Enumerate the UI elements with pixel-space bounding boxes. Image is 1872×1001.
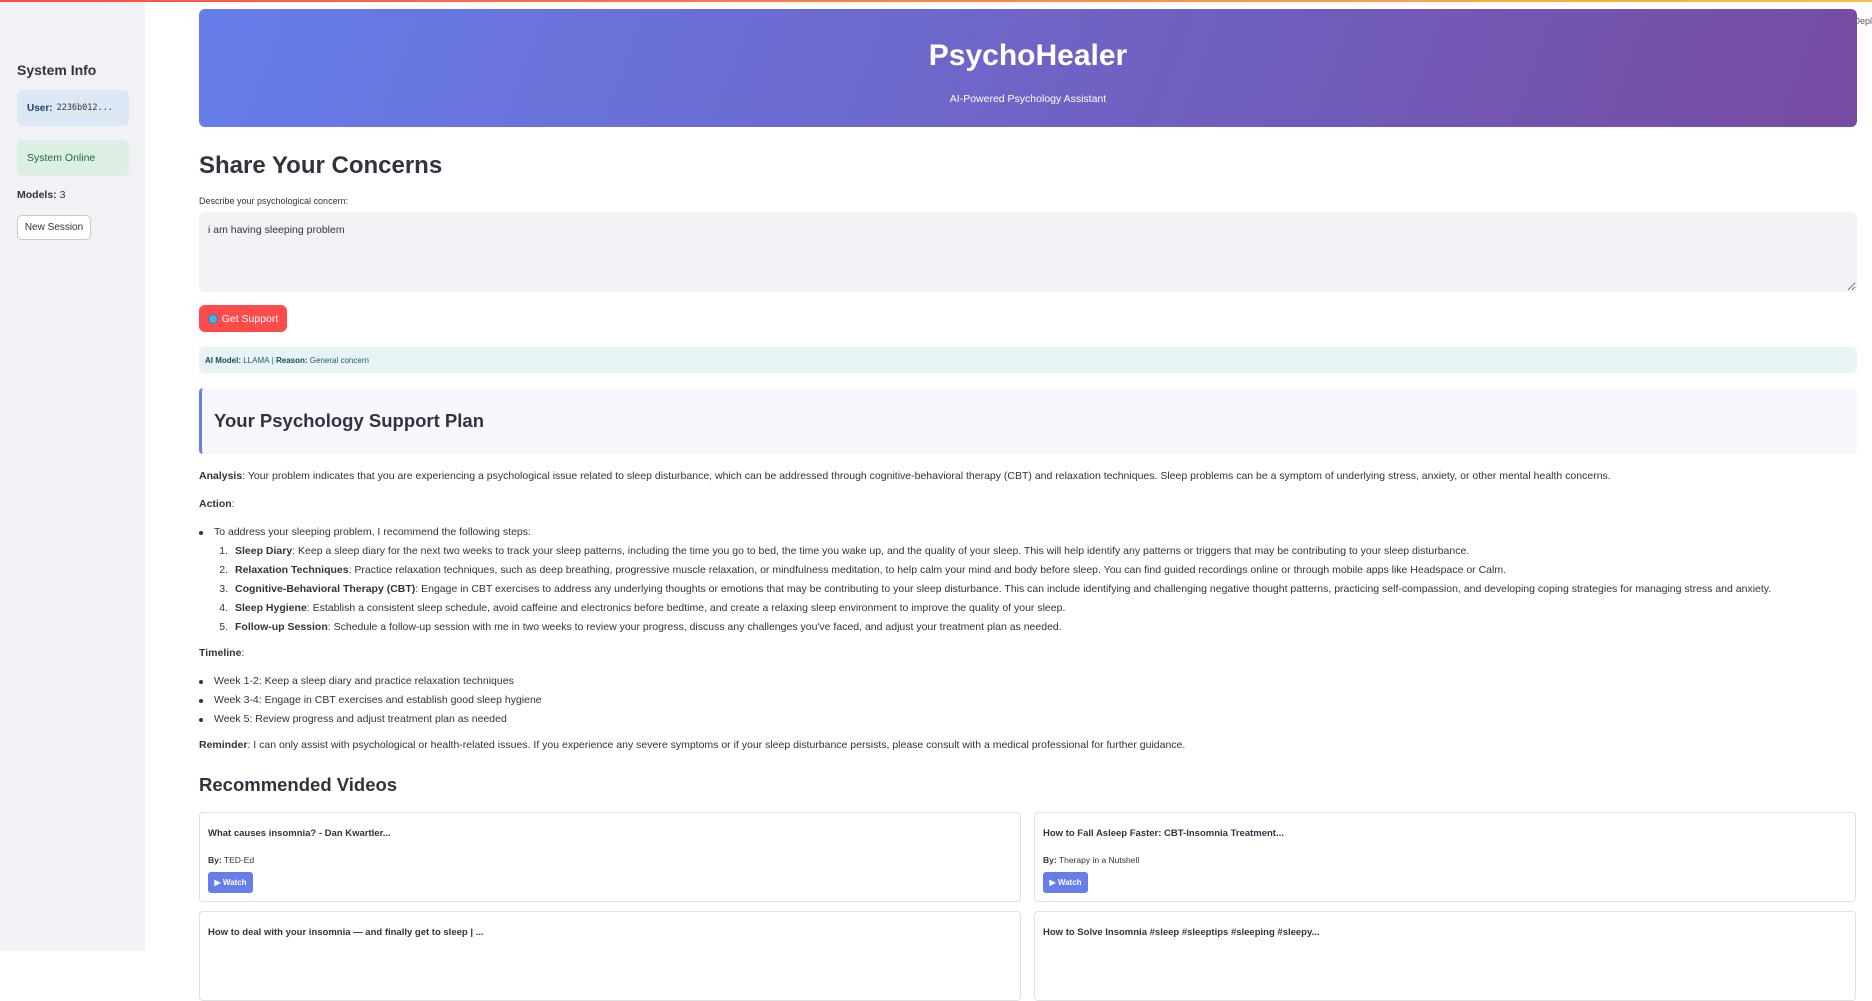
step-text: : Establish a consistent sleep schedule,… [306, 602, 1066, 614]
app-subtitle: AI-Powered Psychology Assistant [949, 93, 1107, 105]
video-card: How to Solve Insomnia #sleep #sleeptips … [1034, 911, 1856, 1001]
models-label: Models: [17, 189, 57, 201]
list-item: Week 5: Review progress and adjust treat… [199, 713, 507, 725]
step-text: : Schedule a follow-up session with me i… [327, 621, 1062, 633]
user-label: User: [27, 102, 53, 114]
system-status-badge: System Online [17, 140, 129, 176]
models-value: 3 [59, 189, 66, 201]
video-card: How to Fall Asleep Faster: CBT-Insomnia … [1034, 812, 1856, 902]
video-card: How to deal with your insomnia — and fin… [199, 911, 1021, 1001]
author-name: Therapy in a Nutshell [1058, 855, 1140, 865]
video-card: What causes insomnia? - Dan Kwartler... … [199, 812, 1021, 902]
action-heading: Action: [199, 498, 235, 510]
step-item: 4. Sleep Hygiene: Establish a consistent … [216, 602, 1065, 614]
app-title: PsychoHealer [928, 39, 1128, 72]
models-count: Models: 3 [17, 189, 65, 201]
list-item: Week 3-4: Engage in CBT exercises and es… [199, 694, 542, 706]
action-label: Action [199, 498, 232, 510]
by-label: By: [1043, 855, 1057, 865]
analysis-text: : Your problem indicates that you are ex… [242, 470, 1611, 482]
reason-value: General concern [309, 355, 369, 365]
author-name: TED-Ed [223, 855, 255, 865]
step-label: Follow-up Session [235, 621, 328, 633]
model-info-bar: AI Model: LLAMA | Reason: General concer… [199, 347, 1857, 373]
step-item: 2. Relaxation Techniques: Practice relaxa… [216, 564, 1506, 576]
globe-icon [207, 313, 218, 324]
app-header: PsychoHealer AI-Powered Psychology Assis… [199, 9, 1857, 127]
watch-button[interactable]: ▶ Watch [1043, 872, 1088, 893]
ai-model-value: LLAMA [243, 355, 270, 365]
videos-heading: Recommended Videos [199, 774, 398, 795]
timeline-item: Week 1-2: Keep a sleep diary and practic… [214, 675, 514, 687]
timeline-item: Week 5: Review progress and adjust treat… [214, 713, 507, 725]
step-item: 5. Follow-up Session: Schedule a follow-u… [216, 621, 1062, 633]
step-number: 3. [219, 583, 228, 595]
step-text: : Practice relaxation techniques, such a… [348, 564, 1507, 576]
analysis-label: Analysis [199, 470, 243, 482]
video-title: How to deal with your insomnia — and fin… [208, 927, 484, 938]
sidebar-title: System Info [17, 62, 97, 78]
user-id: 2236b012... [56, 103, 113, 113]
timeline-label: Timeline [199, 647, 242, 659]
reminder-label: Reminder [199, 739, 248, 751]
step-label: Sleep Hygiene [235, 602, 307, 614]
analysis-paragraph: Analysis: Your problem indicates that yo… [199, 470, 1611, 482]
reason-label: Reason: [276, 355, 308, 365]
video-author: By: TED-Ed [208, 855, 254, 865]
concern-label: Describe your psychological concern: [199, 196, 349, 206]
step-number: 2. [219, 564, 228, 576]
ai-model-label: AI Model: [205, 355, 241, 365]
timeline-item: Week 3-4: Engage in CBT exercises and es… [214, 694, 542, 706]
get-support-label: Get Support [221, 312, 279, 325]
concerns-heading: Share Your Concerns [199, 152, 443, 179]
reminder-text: : I can only assist with psychological o… [247, 739, 1186, 751]
main-content: PsychoHealer AI-Powered Psychology Assis… [199, 0, 1857, 1001]
list-item: To address your sleeping problem, I reco… [199, 526, 531, 538]
watch-button[interactable]: ▶ Watch [208, 872, 253, 893]
video-title: What causes insomnia? - Dan Kwartler... [208, 828, 391, 839]
step-text: : Engage in CBT exercises to address any… [415, 583, 1772, 595]
step-number: 4. [219, 602, 228, 614]
plan-header: Your Psychology Support Plan [199, 388, 1857, 454]
step-label: Cognitive-Behavioral Therapy (CBT) [235, 583, 416, 595]
plan-title: Your Psychology Support Plan [214, 410, 484, 431]
action-intro: To address your sleeping problem, I reco… [214, 526, 531, 538]
by-label: By: [208, 855, 222, 865]
step-item: 3. Cognitive-Behavioral Therapy (CBT): En… [216, 583, 1771, 595]
get-support-button[interactable]: Get Support [199, 305, 287, 332]
new-session-button[interactable]: New Session [17, 215, 91, 240]
video-author: By: Therapy in a Nutshell [1043, 855, 1139, 865]
list-item: Week 1-2: Keep a sleep diary and practic… [199, 675, 514, 687]
video-title: How to Fall Asleep Faster: CBT-Insomnia … [1043, 828, 1284, 839]
step-number: 1. [219, 545, 228, 557]
step-number: 5. [219, 621, 228, 633]
user-info-box: User: 2236b012... [17, 90, 129, 126]
timeline-heading: Timeline: [199, 647, 245, 659]
step-text: : Keep a sleep diary for the next two we… [292, 545, 1470, 557]
sidebar: System Info User: 2236b012... System Onl… [0, 2, 145, 951]
step-label: Relaxation Techniques [235, 564, 349, 576]
step-item: 1. Sleep Diary: Keep a sleep diary for th… [216, 545, 1469, 557]
concern-textarea[interactable]: i am having sleeping problem [199, 212, 1857, 292]
step-label: Sleep Diary [235, 545, 293, 557]
reminder-paragraph: Reminder: I can only assist with psychol… [199, 739, 1185, 751]
video-title: How to Solve Insomnia #sleep #sleeptips … [1043, 927, 1320, 938]
